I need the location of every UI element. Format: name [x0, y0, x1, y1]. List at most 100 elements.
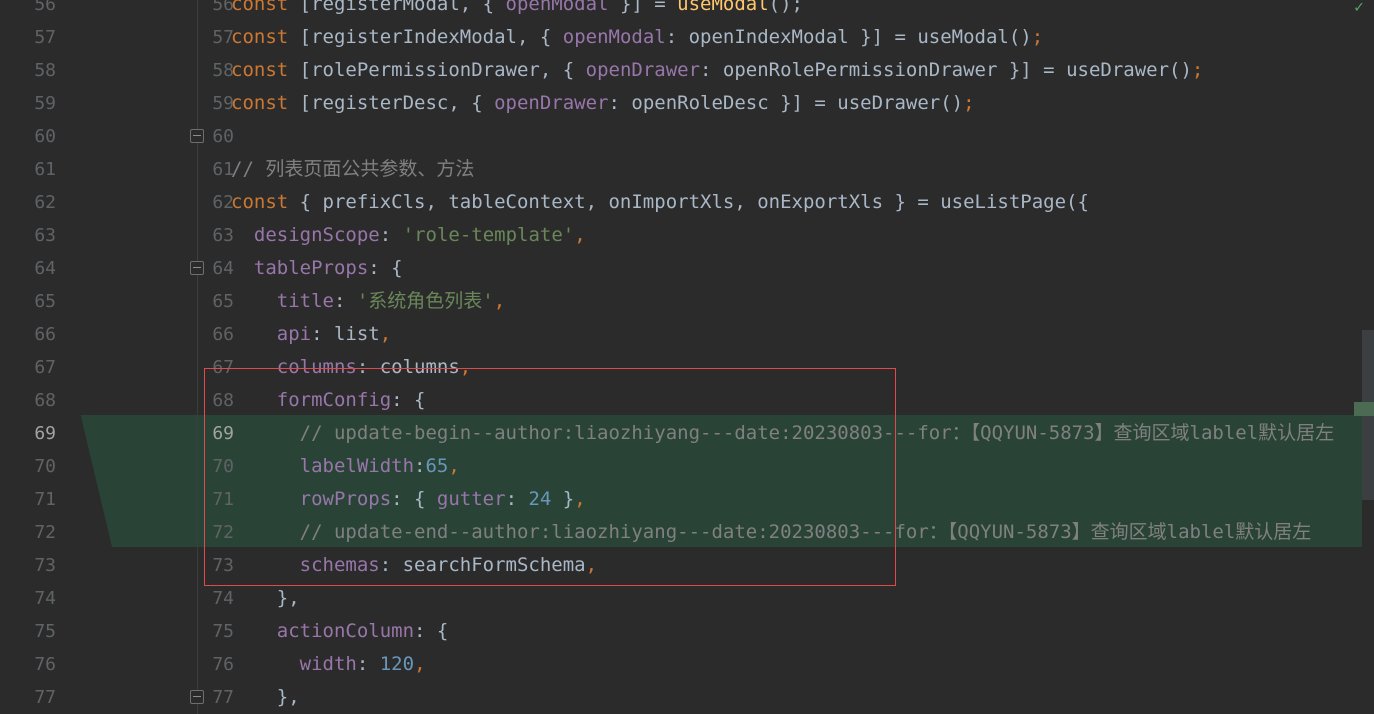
code-token: designScope — [253, 224, 380, 246]
code-token: ; — [1031, 26, 1044, 48]
line-number: 66 — [212, 324, 234, 345]
code-line[interactable]: designScope: 'role-template', — [231, 219, 586, 252]
code-token: : openRoleDesc }] = useDrawer() — [608, 92, 964, 114]
line-number: 70 — [34, 456, 56, 477]
code-token: , — [574, 224, 586, 246]
line-number: 65 — [212, 291, 234, 312]
code-token: const — [231, 26, 300, 48]
line-number: 74 — [34, 588, 56, 609]
code-line[interactable]: tableProps: { — [231, 252, 403, 285]
line-number: 74 — [212, 588, 234, 609]
code-token: , — [379, 323, 392, 345]
line-number: 59 — [212, 93, 234, 114]
code-token: : openRolePermissionDrawer }] = useDrawe… — [700, 59, 1192, 81]
line-number: 75 — [34, 621, 56, 642]
line-number: 66 — [34, 324, 56, 345]
code-line[interactable]: const [registerDesc, { openDrawer: openR… — [231, 87, 975, 120]
line-number: 76 — [212, 654, 234, 675]
line-number: 68 — [34, 390, 56, 411]
code-editor[interactable]: 56 57 58 59 60 61 62 63 64 65 66 67 68 69 70 71 72 73 74 75… — [0, 0, 1374, 714]
code-token: openModal — [562, 26, 666, 48]
line-number: 57 — [212, 27, 234, 48]
code-token: : list — [311, 323, 380, 345]
code-line[interactable]: const [registerIndexModal, { openModal: … — [231, 21, 1043, 54]
code-token: actionColumn — [276, 620, 415, 642]
line-number: 72 — [34, 522, 56, 543]
code-line[interactable]: // 列表页面公共参数、方法 — [231, 153, 474, 186]
line-number: 76 — [34, 654, 56, 675]
code-line[interactable]: const [rolePermissionDrawer, { openDrawe… — [231, 54, 1203, 87]
code-line[interactable]: const [registerModal, { openModal }] = u… — [231, 0, 803, 21]
line-number: 67 — [34, 357, 56, 378]
line-number: 65 — [34, 291, 56, 312]
code-token: width — [299, 653, 357, 675]
line-number: 59 — [34, 93, 56, 114]
line-number: 57 — [34, 27, 56, 48]
code-token: const — [231, 59, 300, 81]
code-token: 'role-template' — [402, 224, 575, 246]
line-number: 60 — [34, 126, 56, 147]
code-token: 120 — [379, 653, 415, 675]
code-token: [rolePermissionDrawer, { — [299, 59, 586, 81]
gutter-separator — [197, 0, 198, 714]
code-token: '系统角色列表' — [356, 290, 494, 312]
line-number: 61 — [212, 159, 234, 180]
code-token: openDrawer — [585, 59, 701, 81]
code-token: { prefixCls, tableContext, onImportXls, … — [299, 191, 1089, 213]
code-line[interactable]: }, — [231, 582, 300, 615]
code-line[interactable]: }, — [231, 681, 300, 714]
line-number: 77 — [34, 687, 56, 708]
line-number: 64 — [34, 258, 56, 279]
code-token: }, — [231, 587, 300, 609]
code-line[interactable]: width: 120, — [231, 648, 426, 681]
line-number: 63 — [34, 225, 56, 246]
code-line[interactable]: title: '系统角色列表', — [231, 285, 505, 318]
line-number: 58 — [34, 60, 56, 81]
fold-marker-icon[interactable] — [190, 690, 204, 704]
line-number: 60 — [212, 126, 234, 147]
line-number: 62 — [212, 192, 234, 213]
line-number: 56 — [34, 0, 56, 15]
line-number: 75 — [212, 621, 234, 642]
code-token: }, — [231, 686, 300, 708]
fold-marker-icon[interactable] — [190, 129, 204, 143]
code-token: [registerIndexModal, { — [299, 26, 563, 48]
code-token: ; — [963, 92, 975, 114]
code-token: useModal — [677, 0, 769, 15]
code-token: : { — [368, 257, 403, 279]
code-token: const — [231, 0, 300, 15]
code-line[interactable]: const { prefixCls, tableContext, onImpor… — [231, 186, 1089, 219]
code-line[interactable]: api: list, — [231, 318, 391, 351]
code-token: , — [493, 290, 506, 312]
line-number: 69 — [34, 423, 56, 444]
code-token: (); — [768, 0, 803, 15]
code-token: tableProps — [253, 257, 369, 279]
line-number: 61 — [34, 159, 56, 180]
code-token: api — [276, 323, 312, 345]
line-number-gutter-right: 56 57 58 59 60 61 62 63 64 65 66 67 68 69 70 71 72 73 74 75… — [82, 0, 234, 714]
line-number: 62 — [34, 192, 56, 213]
code-token: // 列表页面公共参数、方法 — [231, 158, 475, 180]
code-token: title — [276, 290, 334, 312]
code-token: [registerDesc, { — [299, 92, 495, 114]
line-number: 64 — [212, 258, 234, 279]
fold-marker-icon[interactable] — [190, 261, 204, 275]
scrollbar-change-marker — [1354, 402, 1374, 416]
code-token: : — [379, 224, 403, 246]
line-number-gutter-left: 56 57 58 59 60 61 62 63 64 65 66 67 68 69 70 71 72 73 74 75… — [0, 0, 82, 714]
code-token: : — [333, 290, 357, 312]
code-token: : openIndexModal }] = useModal() — [665, 26, 1032, 48]
code-token: , — [414, 653, 426, 675]
code-line[interactable]: actionColumn: { — [231, 615, 449, 648]
code-token: : { — [414, 620, 449, 642]
line-number: 77 — [212, 687, 234, 708]
code-token: openDrawer — [494, 92, 609, 114]
code-token: const — [231, 92, 300, 114]
code-token: openModal — [505, 0, 609, 15]
code-token: ; — [1191, 59, 1204, 81]
